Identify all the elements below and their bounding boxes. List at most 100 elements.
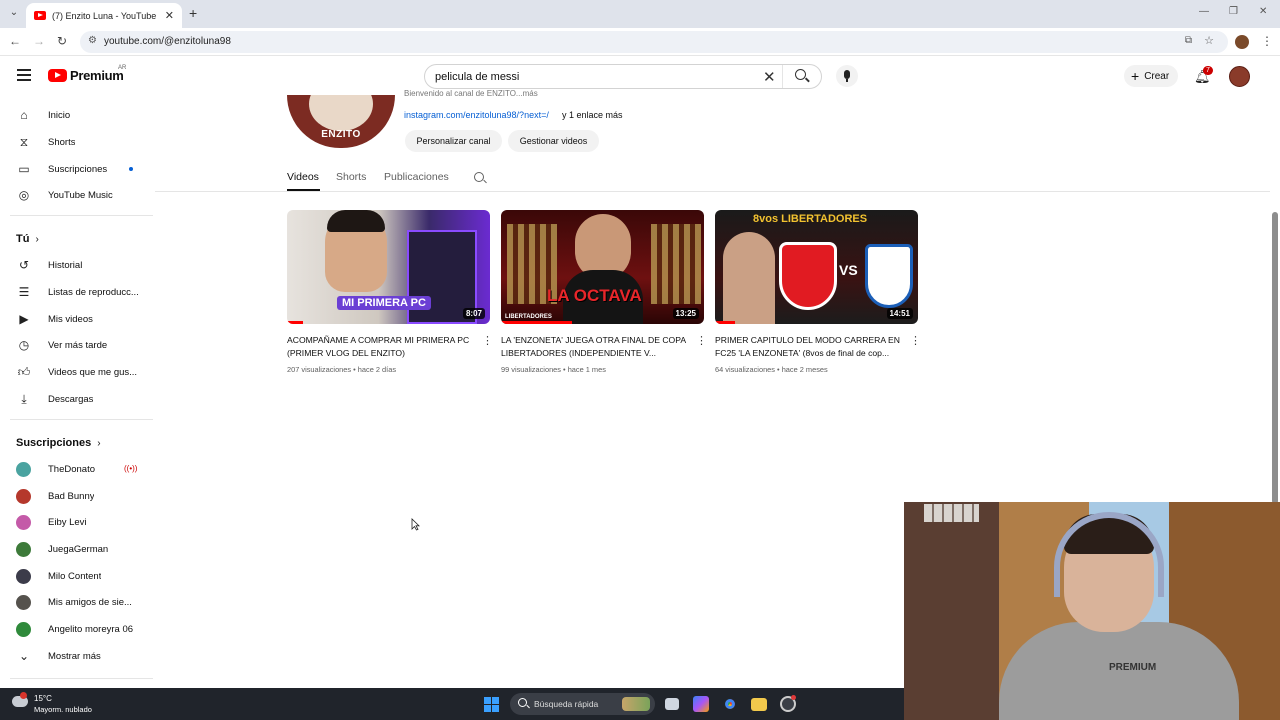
tab-list-icon[interactable]: ⌄ [6, 7, 22, 21]
sidebar-section-subscriptions[interactable]: Suscripciones › [16, 437, 101, 449]
video-card[interactable]: 8vos LIBERTADORES VS 14:51 PRIMER CAPITU… [715, 210, 921, 374]
chrome-icon[interactable] [722, 696, 738, 712]
subscription-item[interactable]: TheDonato ((•)) [16, 457, 151, 481]
video-menu-icon[interactable]: ⋮ [696, 334, 707, 347]
channel-search-icon[interactable] [474, 172, 484, 182]
video-views: 207 visualizaciones [287, 365, 352, 374]
account-avatar[interactable] [1229, 66, 1250, 87]
windows-start-icon[interactable] [484, 697, 499, 712]
sidebar-item-youtube-music[interactable]: ◎ YouTube Music [16, 183, 151, 207]
logo-text: Premium [70, 68, 124, 83]
video-thumbnail[interactable]: MI PRIMERA PC 8:07 [287, 210, 490, 324]
customize-channel-button[interactable]: Personalizar canal [405, 130, 502, 152]
youtube-play-icon [48, 69, 67, 82]
sidebar-item-shorts[interactable]: ⧖ Shorts [16, 130, 151, 154]
back-icon[interactable]: ← [9, 34, 21, 48]
weather-temperature[interactable]: 15°C [34, 694, 52, 703]
video-title[interactable]: PRIMER CAPITULO DEL MODO CARRERA EN FC25… [715, 334, 903, 360]
new-tab-button[interactable]: + [189, 5, 197, 21]
sidebar-item-history[interactable]: ↺ Historial [16, 253, 151, 277]
sidebar-item-label: Historial [48, 259, 83, 271]
show-more-button[interactable]: ⌄ Mostrar más [16, 644, 151, 668]
hamburger-menu-icon[interactable] [17, 69, 31, 81]
sidebar-item-playlists[interactable]: ☰ Listas de reproducc... [16, 280, 151, 304]
site-info-icon[interactable]: ⚙ [88, 35, 97, 46]
browser-tab[interactable]: (7) Enzito Luna - YouTube ✕ [26, 3, 182, 28]
subscription-item[interactable]: Angelito moreyra 06 [16, 617, 151, 641]
close-window-icon[interactable]: ✕ [1259, 6, 1267, 17]
video-meta: 99 visualizaciones • hace 1 mes [501, 365, 704, 374]
thumbnail-subtitle-text: LIBERTADORES [505, 314, 552, 320]
video-card[interactable]: MI PRIMERA PC 8:07 ACOMPAÑAME A COMPRAR … [287, 210, 493, 374]
youtube-favicon-icon [34, 11, 46, 20]
forward-icon[interactable]: → [33, 34, 45, 48]
manage-videos-button[interactable]: Gestionar videos [508, 130, 599, 152]
channel-avatar [16, 488, 31, 504]
reload-icon[interactable]: ↻ [57, 34, 67, 48]
subscription-item[interactable]: Eiby Levi [16, 510, 151, 534]
video-card[interactable]: LA OCTAVA LIBERTADORES 13:25 LA 'ENZONET… [501, 210, 707, 374]
subscription-item[interactable]: Mis amigos de sie... [16, 590, 151, 614]
my-videos-icon: ▶ [19, 312, 29, 326]
chevron-right-icon: › [97, 437, 101, 449]
copilot-icon[interactable] [693, 696, 709, 712]
sidebar-item-watch-later[interactable]: ◷ Ver más tarde [16, 333, 151, 357]
webcam-wall [904, 502, 999, 720]
tab-shorts[interactable]: Shorts [336, 171, 366, 183]
sidebar-item-downloads[interactable]: ⤓ Descargas [16, 387, 151, 411]
tab-posts[interactable]: Publicaciones [384, 171, 449, 183]
sidebar-section-you[interactable]: Tú › [16, 233, 39, 245]
subscription-label: Eiby Levi [48, 516, 87, 528]
taskbar-search-placeholder: Búsqueda rápida [534, 699, 599, 709]
weather-alert-badge [20, 692, 27, 699]
webcam-wall-photos [924, 504, 979, 522]
subscription-item[interactable]: JuegaGerman [16, 537, 151, 561]
channel-link[interactable]: instagram.com/enzitoluna98/?next=/ [404, 110, 549, 120]
video-thumbnail[interactable]: 8vos LIBERTADORES VS 14:51 [715, 210, 918, 324]
minimize-icon[interactable]: — [1199, 6, 1209, 17]
url-field[interactable]: ⚙ youtube.com/@enzitoluna98 ⧉ ☆ [80, 31, 1228, 53]
tab-title: (7) Enzito Luna - YouTube [52, 10, 157, 21]
browser-profile-avatar[interactable] [1235, 35, 1249, 49]
video-meta: 207 visualizaciones • hace 2 días [287, 365, 490, 374]
more-links-link[interactable]: y 1 enlace más [562, 110, 623, 120]
channel-avatar-large[interactable]: ENZITO [287, 95, 395, 148]
sidebar-item-label: Shorts [48, 136, 76, 148]
subscription-item[interactable]: Bad Bunny [16, 484, 151, 508]
search-input[interactable]: pelicula de messi [435, 71, 519, 83]
voice-search-mic-icon[interactable] [836, 65, 858, 87]
tab-close-icon[interactable]: ✕ [165, 9, 174, 22]
browser-menu-icon[interactable]: ⋮ [1261, 34, 1273, 48]
video-menu-icon[interactable]: ⋮ [482, 334, 493, 347]
taskbar-search[interactable]: Búsqueda rápida [510, 693, 655, 715]
video-thumbnail[interactable]: LA OCTAVA LIBERTADORES 13:25 [501, 210, 704, 324]
sidebar-item-my-videos[interactable]: ▶ Mis videos [16, 307, 151, 331]
install-app-icon[interactable]: ⧉ [1185, 35, 1192, 46]
search-icon[interactable] [795, 69, 806, 80]
task-view-icon[interactable] [665, 698, 679, 710]
restore-icon[interactable]: ❐ [1229, 6, 1238, 17]
subscription-item[interactable]: Milo Content [16, 564, 151, 588]
video-duration: 8:07 [462, 308, 485, 319]
thumbnail-title-text: MI PRIMERA PC [337, 296, 431, 310]
sidebar-item-label: Videos que me gus... [48, 366, 138, 378]
file-explorer-icon[interactable] [751, 698, 767, 711]
weather-condition[interactable]: Mayorm. nublado [34, 705, 92, 714]
youtube-premium-logo[interactable]: Premium AR [48, 65, 126, 83]
bookmark-star-icon[interactable]: ☆ [1204, 34, 1214, 47]
video-menu-icon[interactable]: ⋮ [910, 334, 921, 347]
subscription-label: TheDonato [48, 463, 96, 475]
video-title[interactable]: LA 'ENZONETA' JUEGA OTRA FINAL DE COPA L… [501, 334, 689, 360]
sidebar-item-home[interactable]: ⌂ Inicio [16, 103, 151, 127]
clear-search-icon[interactable]: ✕ [763, 68, 776, 86]
sidebar-item-liked-videos[interactable]: 👍︎ Videos que me gus... [16, 360, 151, 384]
watch-progress-bar [715, 321, 736, 324]
youtube-header: Premium AR pelicula de messi ✕ + Crear 🔔… [0, 57, 1280, 95]
create-button[interactable]: + Crear [1124, 65, 1178, 87]
video-title[interactable]: ACOMPAÑAME A COMPRAR MI PRIMERA PC (PRIM… [287, 334, 475, 360]
tab-videos[interactable]: Videos [287, 171, 319, 183]
sidebar-item-subscriptions[interactable]: ▭ Suscripciones [16, 157, 151, 181]
channel-description[interactable]: Bienvenido al canal de ENZITO...más [404, 89, 538, 98]
scrollbar-thumb[interactable] [1272, 212, 1278, 504]
search-box[interactable]: pelicula de messi ✕ [424, 64, 822, 89]
